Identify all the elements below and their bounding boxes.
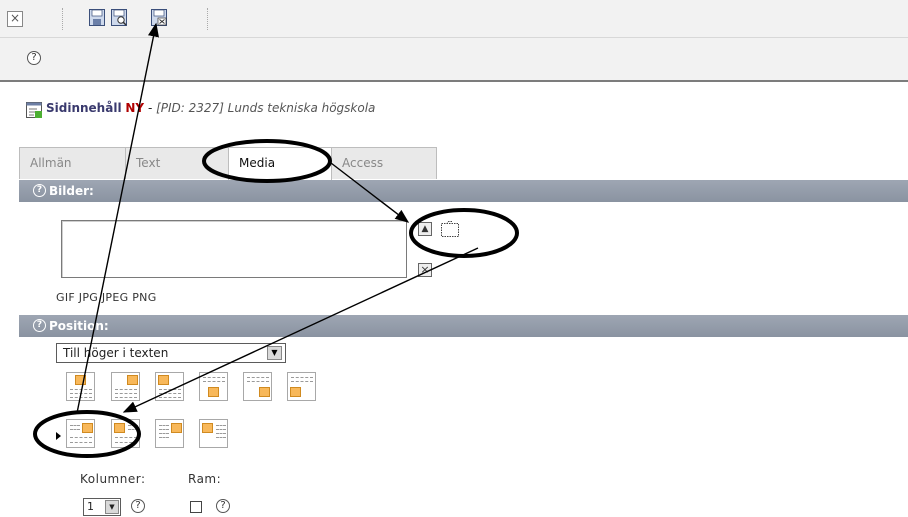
text-lines-icon [70, 389, 92, 390]
position-section-title: Position: [49, 319, 109, 333]
page-title: Sidinnehåll NY - [PID: 2327] Lunds tekni… [46, 101, 375, 115]
text-lines-icon [159, 393, 181, 394]
move-up-button[interactable]: ▲ [418, 222, 432, 236]
position-select[interactable]: Till höger i texten ▼ [56, 343, 286, 363]
columns-select-value: 1 [87, 500, 94, 513]
text-lines-icon [159, 429, 169, 430]
text-lines-icon [70, 442, 92, 443]
chevron-down-icon[interactable]: ▼ [105, 500, 119, 514]
tab-general[interactable]: Allmän [19, 147, 126, 179]
position-below-right[interactable] [243, 372, 272, 401]
images-section-header: ? Bilder: [19, 180, 908, 202]
allowed-file-types: GIF JPG JPEG PNG [56, 291, 157, 304]
tab-media[interactable]: Media [228, 147, 332, 180]
text-lines-icon [159, 425, 169, 426]
frame-checkbox[interactable] [190, 501, 202, 513]
text-lines-icon [70, 425, 80, 426]
text-lines-icon [216, 437, 226, 438]
help-icon[interactable]: ? [131, 499, 145, 513]
text-lines-icon [70, 429, 80, 430]
toolbar-separator [207, 8, 208, 30]
image-placeholder-icon [208, 387, 219, 397]
page-type-label: Sidinnehåll [46, 101, 122, 115]
position-in-text-left[interactable] [111, 419, 140, 448]
image-placeholder-icon [82, 423, 93, 433]
text-lines-icon [216, 433, 226, 434]
image-placeholder-icon [75, 375, 86, 385]
page-info: [PID: 2327] Lunds tekniska högskola [156, 101, 376, 115]
text-lines-icon [128, 429, 138, 430]
help-icon[interactable]: ? [27, 51, 41, 65]
tab-access[interactable]: Access [331, 147, 437, 179]
save-and-view-icon[interactable] [111, 9, 127, 26]
image-placeholder-icon [171, 423, 182, 433]
text-lines-icon [159, 389, 181, 390]
tab-bar: Allmän Text Media Access [19, 147, 908, 180]
image-placeholder-icon [290, 387, 301, 397]
position-above-center[interactable] [111, 372, 140, 401]
frame-label: Ram: [188, 472, 222, 486]
text-lines-icon [247, 377, 269, 378]
text-lines-icon [159, 437, 169, 438]
title-separator: - [144, 101, 157, 115]
save-and-close-icon[interactable] [151, 9, 167, 26]
text-lines-icon [115, 393, 137, 394]
save-icon[interactable] [89, 9, 105, 26]
text-lines-icon [247, 381, 269, 382]
position-beside-left[interactable] [199, 419, 228, 448]
help-icon[interactable]: ? [33, 184, 46, 197]
help-icon[interactable]: ? [216, 499, 230, 513]
position-section-header: ? Position: [19, 315, 908, 337]
text-lines-icon [115, 442, 137, 443]
help-bar: ? [0, 38, 908, 82]
position-below-center[interactable] [199, 372, 228, 401]
text-lines-icon [216, 429, 226, 430]
help-icon[interactable]: ? [33, 319, 46, 332]
toolbar: × [0, 0, 908, 38]
remove-image-button[interactable]: × [418, 263, 432, 277]
position-beside-right[interactable] [155, 419, 184, 448]
columns-label: Kolumner: [80, 472, 146, 486]
position-below-left[interactable] [287, 372, 316, 401]
text-lines-icon [291, 377, 313, 378]
image-placeholder-icon [158, 375, 169, 385]
image-placeholder-icon [127, 375, 138, 385]
image-placeholder-icon [114, 423, 125, 433]
columns-select[interactable]: 1 ▼ [83, 498, 121, 516]
position-select-value: Till höger i texten [63, 346, 169, 360]
position-above-right[interactable] [155, 372, 184, 401]
text-lines-icon [70, 437, 92, 438]
text-lines-icon [203, 377, 225, 378]
position-in-text-right[interactable] [66, 419, 95, 448]
image-placeholder-icon [202, 423, 213, 433]
text-lines-icon [128, 425, 138, 426]
text-lines-icon [70, 393, 92, 394]
text-lines-icon [115, 397, 137, 398]
text-lines-icon [216, 425, 226, 426]
position-above-left[interactable] [66, 372, 95, 401]
image-placeholder-icon [259, 387, 270, 397]
close-button[interactable]: × [7, 11, 23, 27]
images-list[interactable] [61, 220, 407, 278]
page-content-icon [26, 102, 42, 118]
text-lines-icon [203, 381, 225, 382]
tab-text[interactable]: Text [125, 147, 229, 179]
browse-folder-icon[interactable] [440, 220, 460, 238]
text-lines-icon [159, 397, 181, 398]
text-lines-icon [115, 389, 137, 390]
new-badge: NY [125, 101, 145, 115]
images-section-title: Bilder: [49, 184, 94, 198]
text-lines-icon [291, 381, 313, 382]
text-lines-icon [115, 437, 137, 438]
text-lines-icon [159, 433, 169, 434]
text-lines-icon [70, 397, 92, 398]
selected-marker-icon [56, 432, 61, 440]
chevron-down-icon[interactable]: ▼ [267, 346, 282, 360]
toolbar-separator [62, 8, 63, 30]
